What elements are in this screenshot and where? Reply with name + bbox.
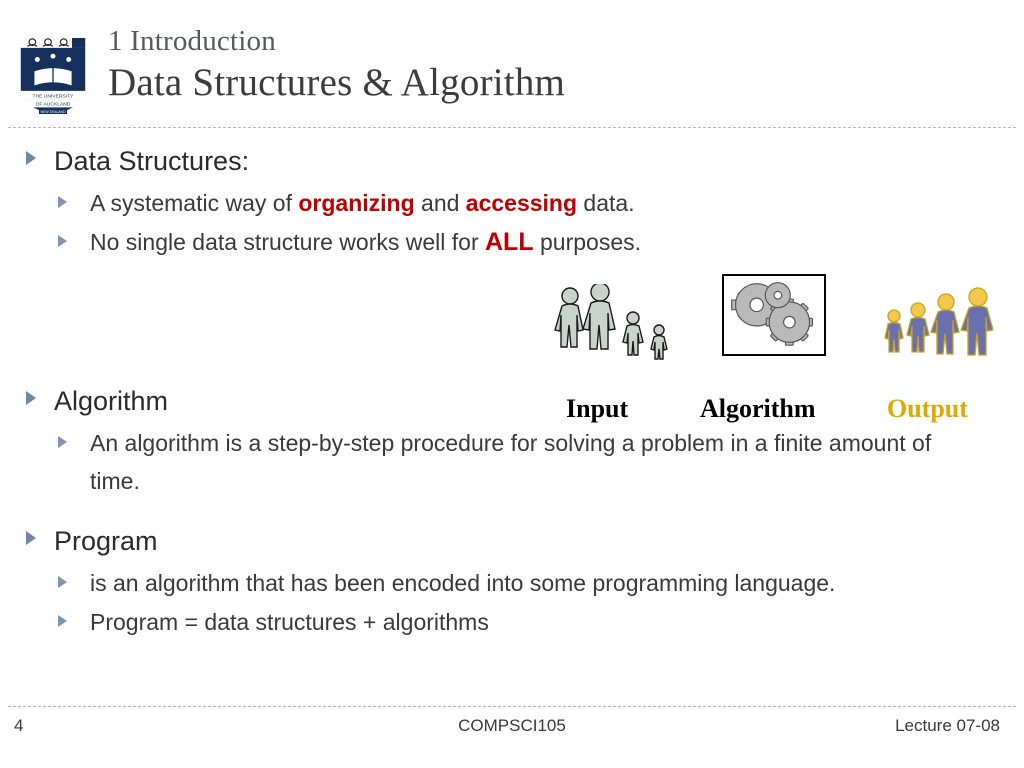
svg-text:NEW ZEALAND: NEW ZEALAND	[41, 110, 66, 114]
text-program-definition: is an algorithm that has been encoded in…	[90, 570, 836, 596]
text-sub1-bold-accessing: accessing	[465, 190, 578, 216]
bullet-marker-icon	[26, 531, 36, 545]
bullet-no-single-structure: No single data structure works well for …	[0, 223, 1010, 261]
course-code: COMPSCI105	[458, 716, 566, 735]
text-sub1-prefix: A systematic way of	[90, 190, 299, 216]
university-crest-icon: THE UNIVERSITY OF AUCKLAND NEW ZEALAND	[20, 38, 86, 114]
gears-icon	[731, 282, 814, 346]
bullet-data-structures: Data Structures:	[0, 144, 1010, 178]
svg-text:OF AUCKLAND: OF AUCKLAND	[36, 102, 71, 108]
bullet-marker-icon	[26, 151, 36, 165]
slide: THE UNIVERSITY OF AUCKLAND NEW ZEALAND 1…	[0, 0, 1024, 768]
header-divider	[8, 127, 1016, 128]
slide-body: Data Structures: A systematic way of org…	[0, 136, 1024, 706]
slide-title: Data Structures & Algorithm	[108, 61, 566, 104]
svg-text:THE UNIVERSITY: THE UNIVERSITY	[33, 93, 75, 99]
bullet-systematic-way: A systematic way of organizing and acces…	[0, 184, 1010, 222]
text-sub1-suffix: data.	[577, 190, 635, 216]
bullet-program-definition: is an algorithm that has been encoded in…	[0, 564, 1010, 602]
text-sub2-prefix: No single data structure works well for	[90, 229, 485, 255]
text-sub1-bold-organizing: organizing	[298, 190, 415, 216]
group-of-people-grey-icon	[554, 284, 668, 360]
slide-header: THE UNIVERSITY OF AUCKLAND NEW ZEALAND 1…	[0, 0, 1024, 128]
section-data-structures: Data Structures: A systematic way of org…	[0, 144, 1010, 262]
text-sub2-emphasis: ALL	[485, 228, 534, 256]
university-crest-logo: THE UNIVERSITY OF AUCKLAND NEW ZEALAND	[14, 22, 92, 114]
bullet-algorithm: Algorithm	[0, 384, 1010, 418]
text-program-equation: Program = data structures + algorithms	[90, 609, 489, 635]
bullet-program-equation: Program = data structures + algorithms	[0, 603, 1010, 641]
bullet-marker-icon	[58, 235, 67, 247]
lecture-label: Lecture 07-08	[895, 716, 1000, 735]
bullet-marker-icon	[58, 436, 67, 448]
group-of-people-gold-icon	[884, 287, 994, 356]
slide-footer: 4 COMPSCI105 Lecture 07-08	[0, 714, 1024, 748]
bullet-program: Program	[0, 524, 1010, 558]
text-sub1-mid: and	[414, 190, 466, 216]
bullet-algorithm-label: Algorithm	[54, 386, 169, 416]
gears-box	[722, 274, 826, 356]
bullet-marker-icon	[58, 615, 67, 627]
section-program: Program is an algorithm that has been en…	[0, 524, 1010, 642]
text-algorithm-definition: An algorithm is a step-by-step procedure…	[90, 430, 932, 494]
bullet-marker-icon	[26, 391, 36, 405]
bullet-program-label: Program	[54, 526, 158, 556]
page-title: 1 Introduction Data Structures & Algorit…	[108, 24, 998, 108]
section-algorithm: Algorithm An algorithm is a step-by-step…	[0, 384, 1010, 501]
bullet-data-structures-label: Data Structures:	[54, 146, 250, 176]
bullet-marker-icon	[58, 196, 67, 208]
footer-divider	[8, 706, 1016, 707]
text-sub2-suffix: purposes.	[533, 229, 642, 255]
bullet-algorithm-definition: An algorithm is a step-by-step procedure…	[0, 424, 1010, 500]
bullet-marker-icon	[58, 576, 67, 588]
slide-subtitle: 1 Introduction	[108, 25, 276, 57]
